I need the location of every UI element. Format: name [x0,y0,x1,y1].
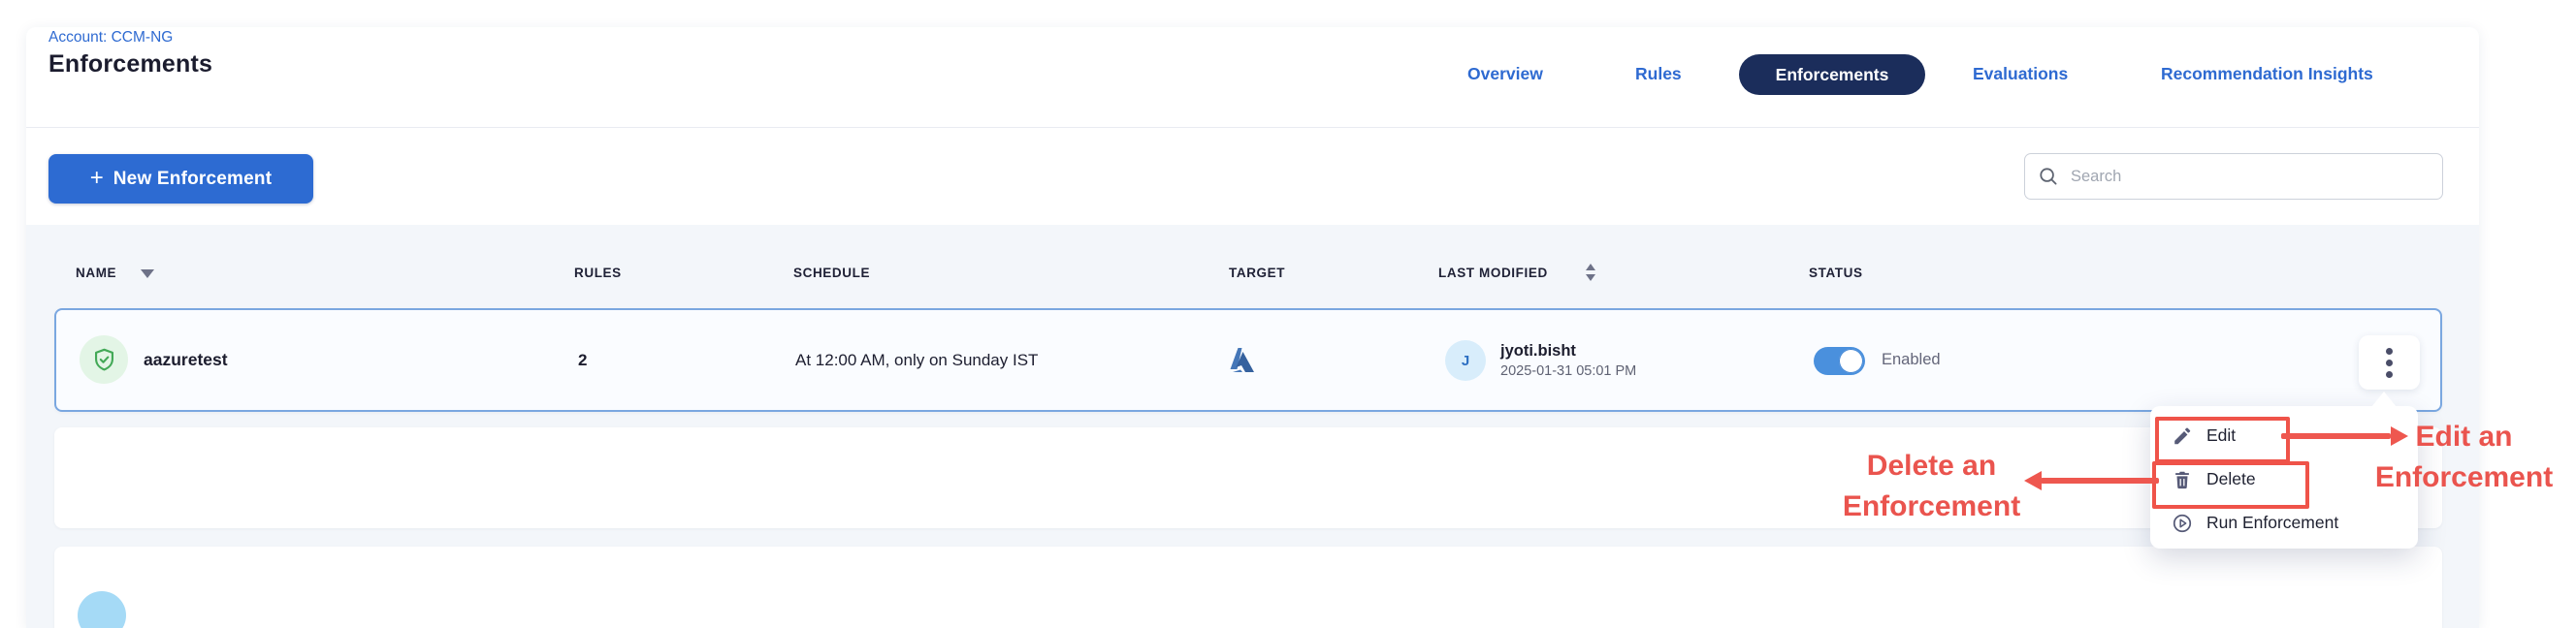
arrow-left-icon [2024,471,2042,490]
annotation-line: Edit an [2369,417,2559,457]
kebab-icon [2386,348,2393,378]
play-circle-icon [2172,513,2193,534]
tab-enforcements[interactable]: Enforcements [1739,54,1925,95]
column-header-rules[interactable]: RULES [574,266,622,280]
page-title: Enforcements [48,50,212,78]
enforcement-name: aazuretest [144,310,228,410]
account-breadcrumb[interactable]: Account: CCM-NG [48,29,173,47]
rules-count: 2 [578,310,587,410]
tab-recommendation-insights[interactable]: Recommendation Insights [2161,64,2373,84]
menu-caret [2371,392,2397,407]
menu-item-label: Run Enforcement [2206,513,2338,533]
avatar: J [1445,340,1486,381]
annotation-text-delete: Delete an Enforcement [1837,446,2026,527]
modified-date: 2025-01-31 05:01 PM [1500,363,1636,379]
shield-check-icon [91,347,117,373]
tab-overview[interactable]: Overview [1467,64,1543,84]
divider [26,127,2479,128]
azure-icon [1227,346,1258,375]
search-input[interactable] [2069,167,2429,187]
sort-desc-icon [141,269,154,278]
last-modified-cell: jyoti.bisht 2025-01-31 05:01 PM [1500,310,1636,410]
tab-evaluations[interactable]: Evaluations [1973,64,2068,84]
annotation-box-delete [2152,461,2309,509]
table-row[interactable] [54,547,2442,628]
column-header-name[interactable]: NAME [76,266,116,280]
annotation-text-edit: Edit an Enforcement [2369,417,2559,498]
status-label: Enabled [1882,310,1941,410]
column-header-target[interactable]: TARGET [1229,266,1285,280]
column-header-schedule[interactable]: SCHEDULE [793,266,870,280]
enforcement-status-icon [78,591,126,628]
annotation-arrow-delete [2041,478,2159,484]
annotation-line: Enforcement [1837,487,2026,527]
annotation-line: Delete an [1837,446,2026,487]
annotation-line: Enforcement [2369,457,2559,498]
tab-rules[interactable]: Rules [1635,64,1682,84]
enforcements-page: Account: CCM-NG Enforcements Overview Ru… [0,0,2576,628]
column-header-status[interactable]: STATUS [1809,266,1863,280]
enforcement-status-icon [80,335,128,384]
toggle-knob [1839,349,1863,373]
search-box[interactable] [2024,153,2443,200]
schedule-text: At 12:00 AM, only on Sunday IST [795,310,1038,410]
annotation-box-edit [2155,417,2290,463]
new-enforcement-label: New Enforcement [113,169,272,190]
table-row[interactable]: aazuretest 2 At 12:00 AM, only on Sunday… [54,308,2442,412]
status-toggle[interactable] [1814,347,1865,375]
row-actions-button[interactable] [2359,335,2420,390]
sort-desc-icon [1586,274,1595,281]
new-enforcement-button[interactable]: + New Enforcement [48,154,313,204]
search-icon [2039,167,2058,186]
sort-asc-icon [1586,264,1595,270]
modified-by: jyoti.bisht [1500,342,1636,361]
column-header-last-modified[interactable]: LAST MODIFIED [1438,266,1548,280]
plus-icon: + [90,167,104,190]
